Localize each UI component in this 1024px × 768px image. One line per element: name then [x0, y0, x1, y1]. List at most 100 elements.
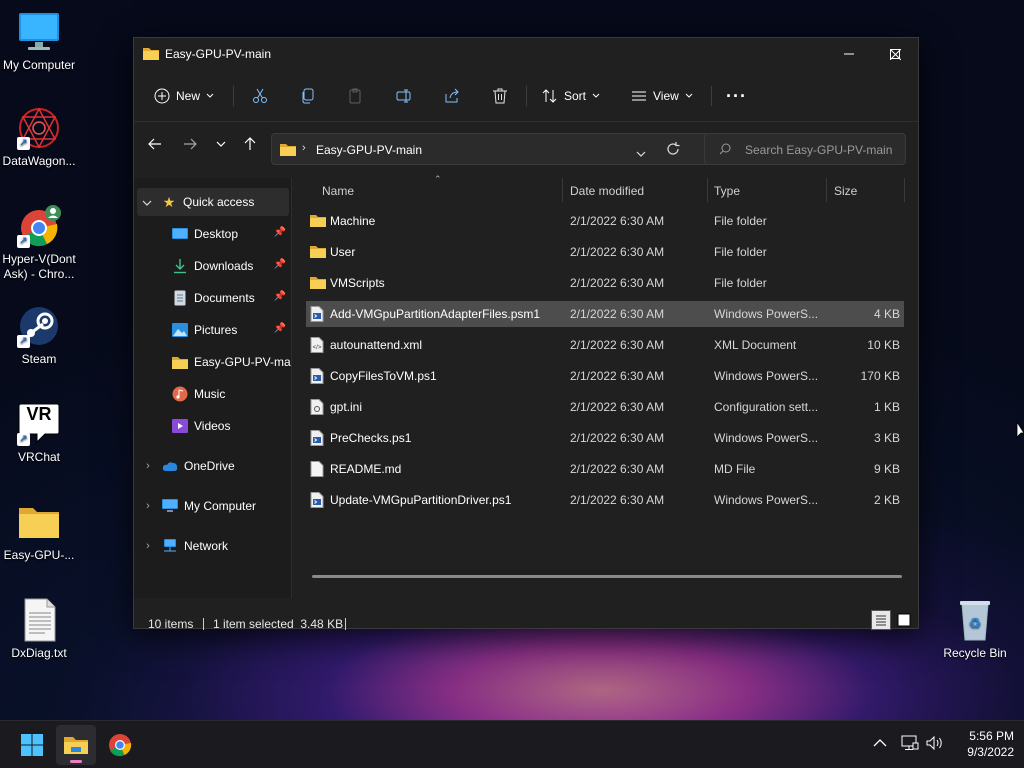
column-separator[interactable]	[562, 178, 563, 202]
chevron-right-icon[interactable]: ›	[134, 540, 162, 552]
more-options-button[interactable]: ···	[726, 82, 747, 110]
refresh-button[interactable]	[666, 142, 680, 159]
file-row[interactable]: README.md 2/1/2022 6:30 AM MD File 9 KB	[306, 456, 904, 482]
file-date: 2/1/2022 6:30 AM	[570, 276, 665, 290]
chevron-down-icon	[206, 93, 214, 98]
file-type: File folder	[714, 276, 767, 290]
desktop-icon-easy-gpu-folder[interactable]: Easy-GPU-...	[0, 500, 78, 563]
file-row[interactable]: User 2/1/2022 6:30 AM File folder	[306, 239, 904, 265]
column-header-name[interactable]: Name	[322, 184, 354, 198]
file-size: 2 KB	[873, 493, 900, 507]
nav-onedrive[interactable]: › OneDrive	[134, 452, 291, 480]
start-button[interactable]	[12, 725, 52, 765]
nav-network[interactable]: › Network	[134, 532, 291, 560]
file-row[interactable]: Add-VMGpuPartitionAdapterFiles.psm1 2/1/2…	[306, 301, 904, 327]
close-button[interactable]	[872, 38, 918, 70]
desktop-icon-steam[interactable]: ↗ Steam	[0, 304, 78, 367]
back-button[interactable]	[143, 132, 167, 156]
chevron-right-icon[interactable]: ›	[134, 460, 162, 472]
status-bar: 10 items 1 item selected 3.48 KB	[134, 606, 920, 631]
shortcut-arrow-icon: ↗	[17, 335, 30, 348]
share-button[interactable]	[444, 82, 460, 110]
desktop-icon-dxdiag[interactable]: DxDiag.txt	[0, 598, 78, 661]
nav-videos[interactable]: Videos	[134, 412, 291, 440]
breadcrumb[interactable]: Easy-GPU-PV-main	[316, 143, 422, 157]
nav-desktop[interactable]: Desktop 📌	[134, 220, 291, 248]
chrome-taskbar-button[interactable]	[100, 725, 140, 765]
file-row[interactable]: PreChecks.ps1 2/1/2022 6:30 AM Windows Pow…	[306, 425, 904, 451]
folder-icon	[280, 142, 296, 159]
nav-documents[interactable]: Documents 📌	[134, 284, 291, 312]
column-header-type[interactable]: Type	[714, 184, 740, 198]
desktop-icon-my-computer[interactable]: My Computer	[0, 10, 78, 73]
file-explorer-taskbar-button[interactable]	[56, 725, 96, 765]
window-title: Easy-GPU-PV-main	[165, 47, 272, 61]
address-dropdown-button[interactable]	[636, 146, 646, 160]
desktop-icon-label: Recycle Bin	[943, 646, 1007, 660]
desktop-icon-datawagon[interactable]: ↗ DataWagon...	[0, 106, 78, 169]
file-size: 10 KB	[867, 338, 900, 352]
pin-icon[interactable]: 📌	[274, 227, 286, 238]
forward-button[interactable]	[178, 132, 202, 156]
column-separator[interactable]	[904, 178, 905, 202]
sort-button[interactable]: Sort	[542, 82, 600, 110]
chevron-down-icon[interactable]	[137, 195, 157, 209]
cloud-icon	[162, 458, 178, 474]
clock[interactable]: 5:56 PM 9/3/2022	[950, 728, 1014, 760]
horizontal-scrollbar[interactable]	[312, 575, 902, 578]
file-row[interactable]: CopyFilesToVM.ps1 2/1/2022 6:30 AM Windows…	[306, 363, 904, 389]
network-status-button[interactable]	[901, 735, 919, 754]
column-separator[interactable]	[707, 178, 708, 202]
chevron-right-icon[interactable]: ›	[134, 500, 162, 512]
copy-button[interactable]	[300, 82, 316, 110]
rename-button[interactable]	[396, 82, 412, 110]
cut-button[interactable]	[252, 82, 268, 110]
paste-button[interactable]	[347, 82, 363, 110]
nav-easy-gpu-pv-main[interactable]: Easy-GPU-PV-main	[134, 348, 291, 376]
minimize-button[interactable]	[826, 38, 872, 70]
desktop-icon-recycle-bin[interactable]: ♻ Recycle Bin	[936, 598, 1014, 661]
title-bar[interactable]: Easy-GPU-PV-main	[134, 38, 918, 70]
view-button[interactable]: View	[631, 82, 693, 110]
nav-label: Documents	[194, 291, 255, 305]
details-view-button[interactable]	[871, 610, 891, 630]
copy-icon	[302, 88, 314, 104]
column-header-size[interactable]: Size	[834, 184, 857, 198]
desktop-icon-label: My Computer	[2, 58, 76, 72]
file-row[interactable]: Machine 2/1/2022 6:30 AM File folder	[306, 208, 904, 234]
recent-locations-button[interactable]	[209, 132, 233, 156]
pin-icon[interactable]: 📌	[274, 323, 286, 334]
pin-icon[interactable]: 📌	[274, 291, 286, 302]
pin-icon[interactable]: 📌	[274, 259, 286, 270]
network-wired-icon	[901, 735, 919, 750]
navigation-pane: ★ Quick access Desktop 📌 Downloads 📌 Doc…	[134, 178, 292, 598]
nav-music[interactable]: Music	[134, 380, 291, 408]
tiles-view-button[interactable]	[894, 610, 914, 630]
nav-quick-access[interactable]: ★ Quick access	[137, 188, 289, 216]
show-hidden-icons-button[interactable]	[873, 737, 887, 751]
taskbar: 5:56 PM 9/3/2022	[0, 720, 1024, 768]
file-row[interactable]: gpt.ini 2/1/2022 6:30 AM Configuration set…	[306, 394, 904, 420]
search-input[interactable]: Search Easy-GPU-PV-main	[704, 133, 906, 165]
file-row[interactable]: Update-VMGpuPartitionDriver.ps1 2/1/2022 …	[306, 487, 904, 513]
file-row[interactable]: VMScripts 2/1/2022 6:30 AM File folder	[306, 270, 904, 296]
windows-logo-icon	[21, 734, 43, 756]
scissors-icon	[253, 88, 267, 103]
volume-button[interactable]	[926, 735, 944, 753]
nav-my-computer[interactable]: › My Computer	[134, 492, 291, 520]
column-separator[interactable]	[826, 178, 827, 202]
star-icon: ★	[162, 193, 176, 210]
file-size: 9 KB	[873, 462, 900, 476]
delete-button[interactable]	[492, 82, 508, 110]
column-header-date[interactable]: Date modified	[570, 184, 644, 198]
sort-icon	[542, 89, 557, 103]
chrome-icon: ↗	[17, 204, 61, 248]
chevron-down-icon	[216, 141, 226, 147]
new-button[interactable]: New	[154, 82, 214, 110]
file-row[interactable]: </> autounattend.xml 2/1/2022 6:30 AM XML D…	[306, 332, 904, 358]
nav-downloads[interactable]: Downloads 📌	[134, 252, 291, 280]
up-button[interactable]	[238, 132, 262, 156]
desktop-icon-vrchat[interactable]: VR ↗ VRChat	[0, 402, 78, 465]
nav-pictures[interactable]: Pictures 📌	[134, 316, 291, 344]
desktop-icon-chrome-hyperv[interactable]: ↗ Hyper-V(Dont Ask) - Chro...	[0, 204, 78, 282]
